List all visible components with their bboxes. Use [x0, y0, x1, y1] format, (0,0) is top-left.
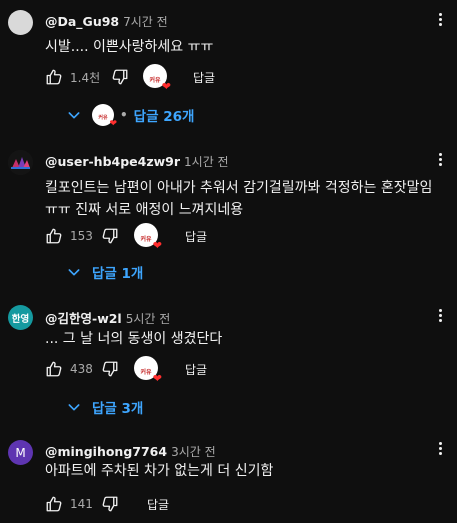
creator-heart: 커유 ❤ — [134, 356, 162, 385]
comment-text: 킬포인트는 남편이 아내가 추워서 감기걸릴까봐 걱정하는 혼잣말임 ㅠㅠ 진짜… — [45, 180, 433, 218]
comment-actions: 141 — [44, 493, 93, 515]
replies-toggle[interactable]: 커유 ❤ • 답글 26개 — [66, 104, 195, 129]
comment-text: 아파트에 주차된 차가 없는게 더 신기함 — [45, 463, 274, 479]
comment-header: @mingihong7764 3시간 전 — [45, 443, 216, 460]
thumb-up-icon — [46, 361, 62, 377]
comment-actions: 438 — [44, 358, 93, 380]
reply-button[interactable]: 답글 — [147, 496, 169, 513]
replies-label: 답글 1개 — [92, 266, 144, 282]
creator-heart: 커유 ❤ — [143, 64, 171, 93]
more-vert-icon[interactable] — [437, 309, 443, 322]
like-count: 438 — [70, 362, 93, 376]
reply-button[interactable]: 답글 — [193, 69, 215, 86]
heart-icon: ❤ — [109, 119, 117, 129]
comment-author[interactable]: @Da_Gu98 — [45, 14, 119, 29]
chevron-down-icon — [68, 404, 80, 411]
avatar[interactable] — [8, 10, 33, 35]
separator-dot: • — [120, 108, 128, 122]
replies-label: 답글 26개 — [133, 109, 195, 125]
comment-actions: 153 — [44, 225, 93, 247]
creator-badge-text: 커유 — [140, 235, 152, 243]
chevron-down-icon — [68, 269, 80, 276]
reply-button[interactable]: 답글 — [185, 361, 207, 378]
thumb-down-icon — [102, 228, 118, 244]
like-button[interactable] — [44, 359, 64, 379]
dislike-button[interactable] — [100, 359, 120, 379]
comment-author[interactable]: @mingihong7764 — [45, 444, 167, 459]
comment-time[interactable]: 1시간 전 — [184, 155, 229, 169]
comment-text: ... 그 날 너의 동생이 생겼단다 — [45, 331, 223, 347]
replies-label: 답글 3개 — [92, 401, 144, 417]
thumb-up-icon — [46, 69, 62, 85]
heart-icon: ❤ — [161, 80, 171, 93]
like-count: 141 — [70, 497, 93, 511]
more-vert-icon[interactable] — [437, 13, 443, 26]
avatar-initials: 한영 — [11, 313, 30, 325]
comment-header: @김한영-w2l 5시간 전 — [45, 308, 170, 327]
thumb-up-icon — [46, 496, 62, 512]
replies-toggle[interactable]: 답글 3개 — [66, 397, 143, 417]
comment-time[interactable]: 7시간 전 — [123, 15, 168, 29]
comment-time[interactable]: 5시간 전 — [126, 312, 171, 326]
reply-button[interactable]: 답글 — [185, 228, 207, 245]
avatar-initials: M — [15, 445, 26, 460]
avatar[interactable] — [8, 150, 33, 175]
creator-badge-text: 커유 — [149, 76, 161, 84]
dislike-button[interactable] — [110, 67, 130, 87]
like-button[interactable] — [44, 67, 64, 87]
comment-text: 시발.... 이쁜사랑하세요 ㅠㅠ — [45, 39, 214, 55]
creator-badge-text: 커유 — [140, 368, 152, 376]
avatar-image — [8, 150, 33, 175]
creator-badge-text: 커유 — [98, 115, 108, 121]
comment-header: @Da_Gu98 7시간 전 — [45, 13, 168, 30]
like-count: 1.4천 — [70, 70, 101, 85]
like-count: 153 — [70, 229, 93, 243]
more-vert-icon[interactable] — [437, 153, 443, 166]
like-button[interactable] — [44, 494, 64, 514]
like-button[interactable] — [44, 226, 64, 246]
replies-toggle[interactable]: 답글 1개 — [66, 262, 143, 282]
thumb-down-icon — [112, 69, 128, 85]
heart-icon: ❤ — [152, 372, 162, 385]
more-vert-icon[interactable] — [437, 442, 443, 455]
avatar[interactable]: 한영 — [8, 305, 33, 330]
creator-reply-avatar: 커유 ❤ — [92, 104, 117, 129]
comment-header: @user-hb4pe4zw9r 1시간 전 — [45, 153, 229, 170]
comment-author[interactable]: @user-hb4pe4zw9r — [45, 154, 180, 169]
thumb-up-icon — [46, 228, 62, 244]
comment-actions: 1.4천 — [44, 66, 100, 88]
dislike-button[interactable] — [100, 226, 120, 246]
heart-icon: ❤ — [152, 239, 162, 252]
thumb-down-icon — [102, 496, 118, 512]
creator-heart: 커유 ❤ — [134, 223, 162, 252]
avatar[interactable]: M — [8, 440, 33, 465]
chevron-down-icon — [68, 112, 80, 119]
comment-time[interactable]: 3시간 전 — [171, 445, 216, 459]
dislike-button[interactable] — [100, 494, 120, 514]
thumb-down-icon — [102, 361, 118, 377]
comment-author[interactable]: @김한영-w2l — [45, 311, 122, 326]
